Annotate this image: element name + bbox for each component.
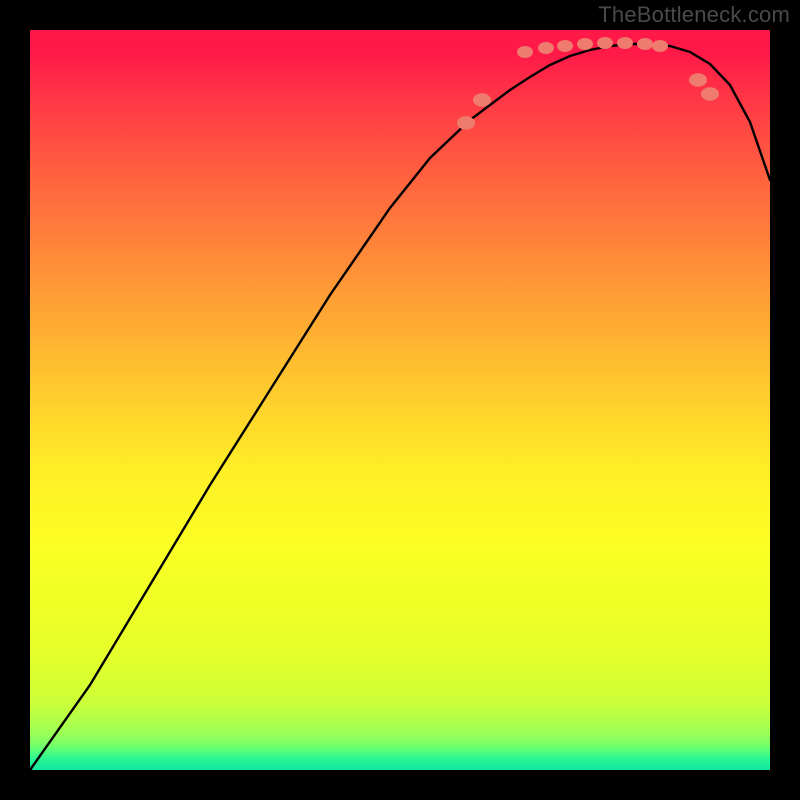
curve-marker (617, 37, 633, 49)
curve-marker (557, 40, 573, 52)
curve-marker (597, 37, 613, 49)
curve-marker (652, 40, 668, 52)
curve-marker (457, 116, 475, 130)
curve-marker (689, 73, 707, 87)
curve-marker (473, 93, 491, 107)
plot-area (30, 30, 770, 770)
curve-marker (701, 87, 719, 101)
curve-marker (577, 38, 593, 50)
chart-frame: TheBottleneck.com (0, 0, 800, 800)
attribution-text: TheBottleneck.com (598, 2, 790, 28)
curve-marker (517, 46, 533, 58)
curve-marker (637, 38, 653, 50)
curve-layer (30, 30, 770, 770)
bottleneck-curve-path (30, 44, 770, 770)
curve-marker (538, 42, 554, 54)
